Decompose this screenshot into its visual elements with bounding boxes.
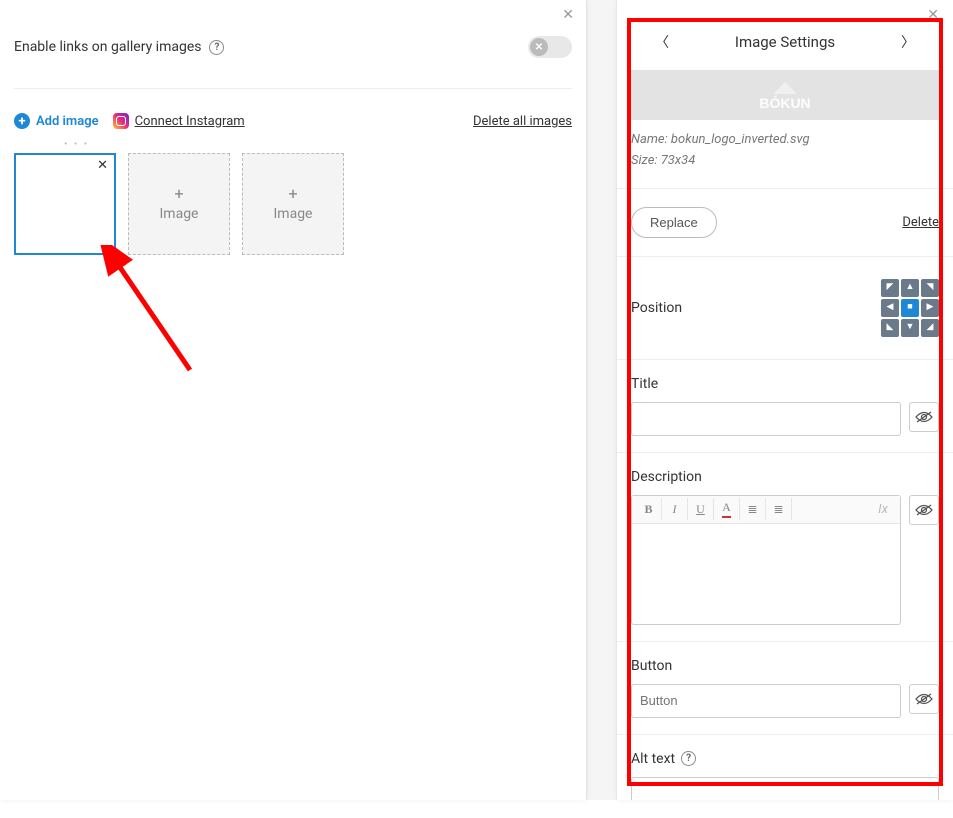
delete-all-button[interactable]: Delete all images (473, 114, 572, 129)
title-label: Title (631, 376, 939, 392)
underline-button[interactable]: U (688, 498, 714, 520)
image-name: Name: bokun_logo_inverted.svg (631, 130, 939, 151)
close-icon[interactable]: ✕ (927, 8, 939, 22)
add-image-label: Add image (36, 114, 99, 129)
gallery-actions: + Add image Connect Instagram Delete all… (14, 89, 572, 149)
add-image-slot[interactable]: + Image (242, 153, 344, 255)
panel-gap (587, 0, 617, 800)
instagram-icon (113, 113, 129, 129)
toggle-off-icon: ✕ (535, 42, 543, 53)
gallery-panel: ✕ Enable links on gallery images ? ✕ + A… (0, 0, 587, 800)
position-top-left[interactable]: ◤ (881, 279, 899, 297)
enable-links-text: Enable links on gallery images (14, 39, 201, 55)
drag-handle-icon[interactable]: • • • (64, 139, 89, 150)
image-size: Size: 73x34 (631, 151, 939, 172)
chevron-left-icon[interactable]: 〈 (655, 32, 669, 52)
replace-delete-row: Replace Delete (617, 189, 953, 257)
enable-links-label: Enable links on gallery images ? (14, 39, 224, 55)
help-icon[interactable]: ? (681, 751, 696, 766)
image-settings-panel: ✕ 〈 Image Settings 〉 BÓKUN Name: bokun_l… (617, 0, 953, 800)
title-field-block: Title (617, 360, 953, 453)
position-row: Position ◤ ▲ ◥ ◀ ■ ▶ ◣ ▼ ◢ (617, 257, 953, 360)
gallery-thumbnail-selected[interactable]: ✕ (14, 153, 116, 255)
position-grid: ◤ ▲ ◥ ◀ ■ ▶ ◣ ▼ ◢ (881, 279, 939, 337)
delete-image-button[interactable]: Delete (902, 215, 939, 230)
chevron-right-icon[interactable]: 〉 (901, 32, 915, 52)
plus-icon: + (14, 113, 30, 129)
description-label: Description (631, 469, 939, 485)
clear-format-button[interactable]: Ix (870, 502, 896, 517)
eye-off-icon (915, 410, 933, 424)
connect-instagram-label: Connect Instagram (135, 114, 245, 129)
image-slot-label: Image (274, 206, 313, 222)
thumbnails-row: • • • ✕ + Image + Image (14, 149, 572, 255)
help-icon[interactable]: ? (209, 40, 224, 55)
position-top-center[interactable]: ▲ (901, 279, 919, 297)
close-icon[interactable]: ✕ (562, 8, 574, 22)
eye-off-icon (915, 692, 933, 706)
name-value: bokun_logo_inverted.svg (671, 132, 810, 147)
size-label: Size: (631, 153, 658, 168)
image-slot-label: Image (160, 206, 199, 222)
plus-icon: + (288, 186, 297, 202)
add-image-button[interactable]: + Add image (14, 113, 99, 129)
italic-button[interactable]: I (662, 498, 688, 520)
name-label: Name: (631, 132, 668, 147)
image-meta: Name: bokun_logo_inverted.svg Size: 73x3… (617, 120, 953, 189)
toggle-knob: ✕ (530, 38, 548, 56)
button-input[interactable] (631, 684, 901, 718)
alt-text-field-block: Alt text ? (617, 735, 953, 800)
enable-links-row: Enable links on gallery images ? ✕ (14, 0, 572, 89)
bold-button[interactable]: B (636, 498, 662, 520)
position-label: Position (631, 300, 682, 316)
title-input[interactable] (631, 402, 901, 436)
connect-instagram-button[interactable]: Connect Instagram (113, 113, 245, 129)
position-top-right[interactable]: ◥ (921, 279, 939, 297)
size-value: 73x34 (661, 153, 696, 168)
rte-toolbar: B I U A ≣ ≣ Ix (632, 496, 900, 524)
svg-text:BÓKUN: BÓKUN (759, 94, 810, 111)
panel-header: 〈 Image Settings 〉 (617, 20, 953, 64)
plus-icon: + (174, 186, 183, 202)
button-field-block: Button (617, 642, 953, 735)
position-bottom-right[interactable]: ◢ (921, 319, 939, 337)
panel-title: Image Settings (735, 33, 835, 51)
position-middle-right[interactable]: ▶ (921, 299, 939, 317)
text-color-button[interactable]: A (714, 498, 740, 520)
alt-text-input[interactable] (631, 777, 939, 800)
visibility-toggle[interactable] (909, 684, 939, 714)
eye-off-icon (915, 503, 933, 517)
bokun-logo: BÓKUN (735, 78, 835, 112)
image-preview: BÓKUN (631, 70, 939, 120)
position-bottom-center[interactable]: ▼ (901, 319, 919, 337)
numbered-list-button[interactable]: ≣ (766, 498, 792, 520)
button-label: Button (631, 658, 939, 674)
position-middle-left[interactable]: ◀ (881, 299, 899, 317)
enable-links-toggle[interactable]: ✕ (528, 36, 572, 58)
annotation-arrow (95, 245, 215, 385)
description-editor[interactable]: B I U A ≣ ≣ Ix (631, 495, 901, 625)
bullet-list-button[interactable]: ≣ (740, 498, 766, 520)
visibility-toggle[interactable] (909, 402, 939, 432)
replace-button[interactable]: Replace (631, 207, 717, 238)
position-bottom-left[interactable]: ◣ (881, 319, 899, 337)
description-field-block: Description B I U A ≣ ≣ Ix (617, 453, 953, 642)
visibility-toggle[interactable] (909, 495, 939, 525)
alt-text-label: Alt text ? (631, 751, 939, 767)
remove-image-icon[interactable]: ✕ (97, 159, 108, 172)
add-image-slot[interactable]: + Image (128, 153, 230, 255)
position-middle-center[interactable]: ■ (901, 299, 919, 317)
